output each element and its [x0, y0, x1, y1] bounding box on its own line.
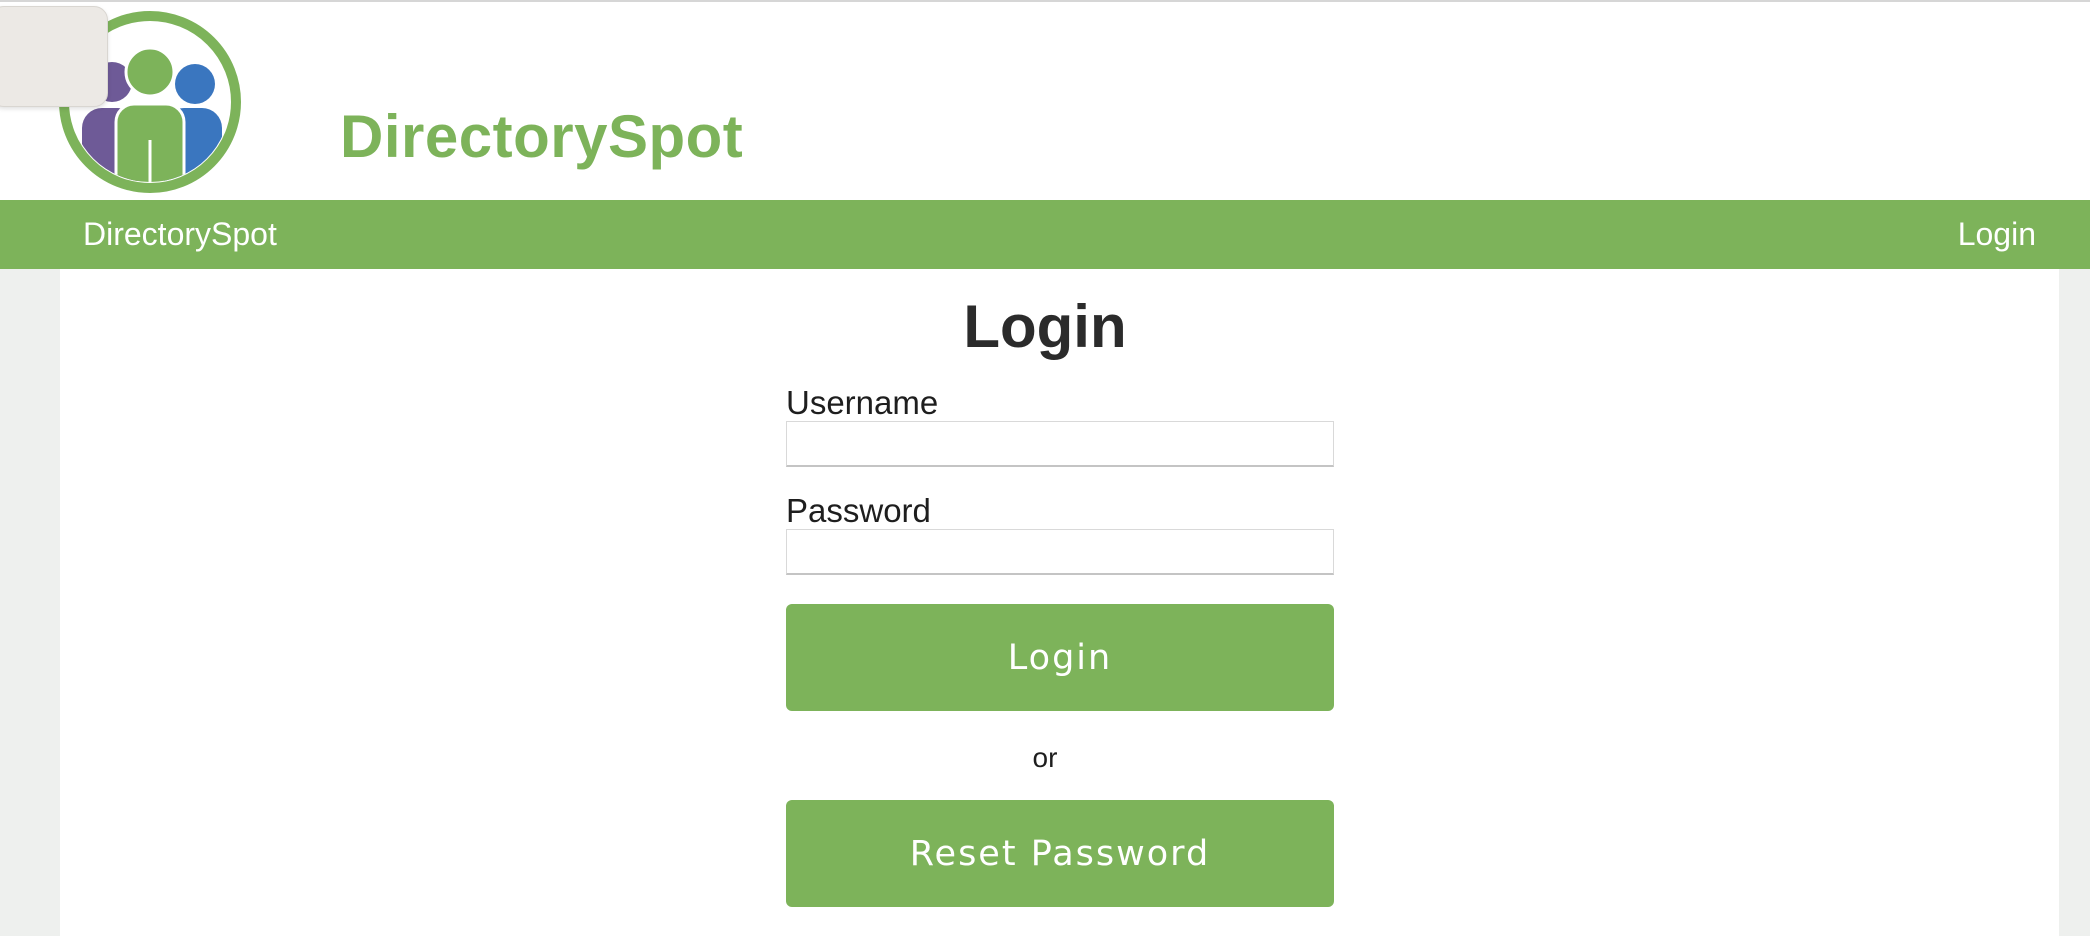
top-navbar: DirectorySpot Login	[0, 200, 2090, 269]
or-separator: or	[1032, 742, 1058, 773]
username-input[interactable]	[786, 421, 1334, 467]
site-header: DirectorySpot	[0, 2, 2090, 200]
username-label: Username	[786, 384, 939, 421]
password-label: Password	[786, 492, 931, 529]
page-title: Login	[963, 293, 1127, 360]
brand-title: DirectorySpot	[340, 103, 744, 170]
password-input[interactable]	[786, 529, 1334, 575]
login-button[interactable]: Login	[786, 604, 1334, 711]
page: DirectorySpot DirectorySpot Login Login …	[0, 0, 2090, 936]
nav-login-link[interactable]: Login	[1958, 216, 2036, 253]
reset-password-button[interactable]: Reset Password	[786, 800, 1334, 907]
nav-brand-link[interactable]: DirectorySpot	[83, 216, 277, 253]
popup-window-edge	[0, 6, 108, 107]
